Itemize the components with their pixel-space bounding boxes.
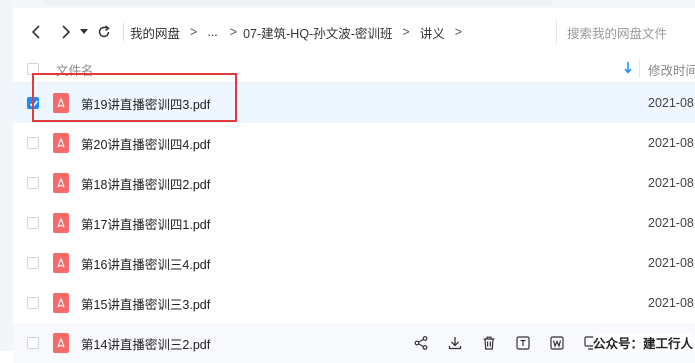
breadcrumb-ellipsis[interactable]: ... <box>207 25 217 39</box>
breadcrumb-separator: > <box>190 25 198 39</box>
file-row[interactable]: 第18讲直播密训四2.pdf 2021-08 <box>13 163 695 203</box>
arrow-down-icon[interactable] <box>624 62 632 74</box>
history-dropdown-button[interactable] <box>77 21 91 43</box>
search-input[interactable]: 搜索我的网盘文件 <box>556 20 695 44</box>
breadcrumb-separator: > <box>229 25 238 39</box>
file-row[interactable]: 第15讲直播密训三3.pdf 2021-08 <box>13 283 695 323</box>
row-checkbox[interactable] <box>27 337 39 349</box>
caret-down-icon <box>80 29 88 34</box>
word-icon <box>549 335 564 350</box>
file-date: 2021-08 <box>648 216 694 230</box>
share-icon <box>414 335 427 350</box>
search-placeholder: 搜索我的网盘文件 <box>567 26 668 41</box>
column-divider[interactable] <box>639 60 640 78</box>
watermark-text: 公众号：建工行人 <box>593 333 694 352</box>
breadcrumb-root[interactable]: 我的网盘 <box>130 23 180 42</box>
refresh-button[interactable] <box>93 21 115 43</box>
file-name[interactable]: 第14讲直播密训三2.pdf <box>81 334 210 353</box>
breadcrumb-separator: > <box>402 25 410 39</box>
row-action-bar <box>411 333 615 352</box>
share-button[interactable] <box>411 333 430 352</box>
chevron-right-icon <box>62 25 71 39</box>
pdf-icon <box>53 253 69 273</box>
to-text-button[interactable] <box>513 333 532 352</box>
row-checkbox[interactable] <box>27 257 39 269</box>
pdf-icon <box>53 173 69 193</box>
column-header-mtime[interactable]: 修改时间 <box>648 60 695 79</box>
top-input-area <box>43 0 553 6</box>
file-date: 2021-08 <box>648 256 694 270</box>
file-name[interactable]: 第15讲直播密训三3.pdf <box>81 294 210 313</box>
pdf-icon <box>53 333 69 353</box>
forward-button[interactable] <box>55 21 77 43</box>
row-checkbox[interactable] <box>27 217 39 229</box>
file-list: 第19讲直播密训四3.pdf 2021-08 第20讲直播密训四4.pdf 20… <box>13 83 695 363</box>
breadcrumb-current[interactable]: 讲义 <box>420 23 445 42</box>
file-name[interactable]: 第20讲直播密训四4.pdf <box>81 134 210 153</box>
refresh-icon <box>98 25 110 38</box>
navigation-bar: 我的网盘 > ... > 07-建筑-HQ-孙文波-密训班 > 讲义 > 搜索我… <box>13 8 695 56</box>
file-row[interactable]: 第17讲直播密训四1.pdf 2021-08 <box>13 203 695 243</box>
pdf-icon <box>53 133 69 153</box>
file-row[interactable]: 第20讲直播密训四4.pdf 2021-08 <box>13 123 695 163</box>
delete-icon <box>483 336 494 350</box>
file-date: 2021-08 <box>648 296 694 310</box>
file-name[interactable]: 第18讲直播密训四2.pdf <box>81 174 210 193</box>
pdf-icon <box>53 293 69 313</box>
highlight-annotation-box <box>32 73 237 122</box>
text-icon <box>515 335 530 350</box>
file-name[interactable]: 第17讲直播密训四1.pdf <box>81 214 210 233</box>
nav-divider <box>123 23 124 41</box>
to-word-button[interactable] <box>547 333 566 352</box>
chevron-left-icon <box>31 25 40 39</box>
back-button[interactable] <box>25 21 47 43</box>
file-name[interactable]: 第16讲直播密训三4.pdf <box>81 254 210 273</box>
file-date: 2021-08 <box>648 176 694 190</box>
left-panel-edge <box>0 0 13 351</box>
pdf-icon <box>53 213 69 233</box>
row-checkbox[interactable] <box>27 297 39 309</box>
file-date: 2021-08 <box>648 96 694 110</box>
row-checkbox[interactable] <box>27 137 39 149</box>
breadcrumb-separator: > <box>454 25 463 39</box>
delete-button[interactable] <box>479 333 498 352</box>
download-button[interactable] <box>445 333 464 352</box>
breadcrumb-folder[interactable]: 07-建筑-HQ-孙文波-密训班 <box>243 23 392 42</box>
top-bar-background <box>13 0 695 8</box>
download-icon <box>448 336 461 349</box>
row-checkbox[interactable] <box>27 177 39 189</box>
file-row[interactable]: 第14讲直播密训三2.pdf 公众号：建工行人 <box>13 323 695 363</box>
file-row[interactable]: 第16讲直播密训三4.pdf 2021-08 <box>13 243 695 283</box>
file-date: 2021-08 <box>648 136 694 150</box>
